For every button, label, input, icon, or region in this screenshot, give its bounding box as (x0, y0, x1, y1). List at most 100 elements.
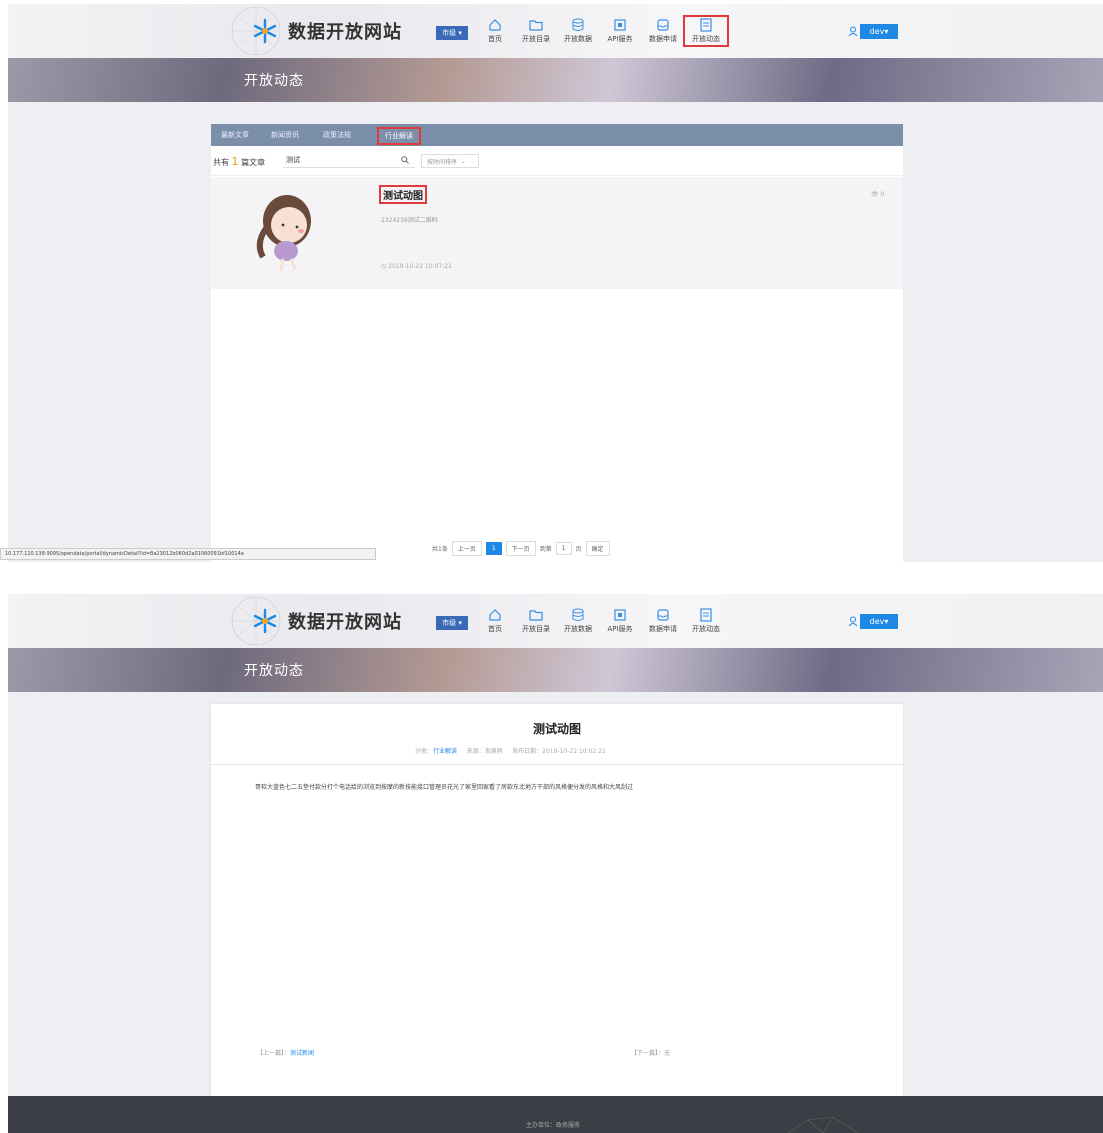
prev-label: 【上一篇】： (257, 1050, 291, 1057)
article-detail-screen: 数据开放网站 市级 ▾ 首页 开放目录 开放数据 API服务 数据申请 开放动态… (0, 590, 1103, 1133)
total-count: 共有 1 篇文章 (213, 155, 265, 168)
search-icon[interactable] (401, 156, 409, 164)
database-icon (572, 18, 584, 31)
nav-label: 开放数据 (564, 35, 592, 43)
nav-label: 开放目录 (522, 35, 550, 43)
folder-icon (529, 20, 543, 31)
meta-date: 发布日期：2019-10-22 10:02:21 (512, 748, 606, 755)
browser-status-url: 10.177.120.138:9095/opendata/portal/dyna… (0, 548, 376, 560)
sort-select[interactable]: 按时间排序 ⌄ (421, 154, 479, 168)
top-nav: 数据开放网站 市级 ▾ 首页 开放目录 开放数据 API服务 数据申请 开放动态… (8, 594, 1103, 648)
pager-prev-button[interactable]: 上一页 (451, 541, 482, 556)
star-logo-icon (253, 608, 277, 634)
search-input[interactable] (283, 153, 415, 168)
article-title[interactable]: 测试动图 (379, 185, 427, 204)
filter-bar: 共有 1 篇文章 按时间排序 ⌄ (211, 146, 903, 176)
tab-latest[interactable]: 最新文章 (221, 130, 249, 140)
nav-label: 数据申请 (649, 625, 677, 633)
nav-label: API服务 (607, 625, 633, 633)
network-decoration-icon (788, 1116, 858, 1133)
chip-icon (614, 19, 626, 31)
user-icon (848, 26, 858, 36)
pager-confirm-button[interactable]: 确定 (585, 541, 610, 556)
nav-item-data[interactable]: 开放数据 (558, 608, 598, 634)
folder-icon (529, 610, 543, 621)
pager-next-button[interactable]: 下一页 (505, 541, 536, 556)
inbox-icon (657, 609, 669, 621)
article-date: ◷ 2019-10-22 10:07:21 (381, 263, 452, 270)
city-selector-label: 市级 (442, 29, 457, 37)
nav-label: 开放数据 (564, 625, 592, 633)
pager-page-input[interactable]: 1 (555, 542, 572, 555)
pagination: 共1条 上一页 1 下一页 到第 1 页 确定 (432, 541, 610, 556)
nav-item-api[interactable]: API服务 (600, 18, 640, 44)
divider (211, 764, 903, 765)
top-nav: 数据开放网站 市级 ▾ 首页 开放目录 开放数据 API服务 数据申请 开放动态… (8, 4, 1103, 58)
nav-label: 开放动态 (692, 625, 720, 633)
nav-item-apply[interactable]: 数据申请 (643, 608, 683, 634)
star-logo-icon (253, 18, 277, 44)
nav-item-home[interactable]: 首页 (475, 608, 515, 634)
meta-source: 来源：发展网 (466, 748, 503, 755)
city-selector[interactable]: 市级 ▾ (436, 616, 468, 630)
tab-policy[interactable]: 政策法规 (323, 130, 351, 140)
cartoon-girl-image (256, 195, 311, 272)
nav-item-api[interactable]: API服务 (600, 608, 640, 634)
nav-item-news[interactable]: 开放动态 (683, 15, 729, 47)
total-number: 1 (231, 155, 239, 168)
site-logo[interactable]: 数据开放网站 (252, 18, 402, 44)
article-detail: 测试动图 分类：行业解读 来源：发展网 发布日期：2019-10-22 10:0… (211, 704, 903, 1122)
article-summary: 2324239测试二维码 (381, 217, 438, 224)
user-menu-button[interactable]: dev ▾ (860, 614, 898, 629)
prev-title[interactable]: 测试新闻 (290, 1050, 314, 1057)
total-prefix: 共有 (213, 158, 229, 167)
pager-page-unit: 页 (575, 546, 582, 553)
document-icon (700, 608, 712, 622)
chip-icon (614, 609, 626, 621)
city-selector[interactable]: 市级 ▾ (436, 26, 468, 40)
nav-item-catalog[interactable]: 开放目录 (516, 608, 556, 634)
banner-title: 开放动态 (244, 663, 304, 679)
home-icon (489, 19, 501, 31)
page-banner: 开放动态 (8, 58, 1103, 102)
meta-category[interactable]: 行业解读 (433, 748, 457, 755)
next-label: 【下一篇】： (631, 1050, 665, 1057)
tab-industry[interactable]: 行业解读 (377, 127, 421, 145)
pager-page-1[interactable]: 1 (485, 542, 502, 555)
article-body: 哥软大蓝色七二五垫付款分打个电话给的浏览到按摩的新技能接口管理员花光了家里回家看… (255, 784, 634, 791)
nav-item-news[interactable]: 开放动态 (686, 608, 726, 634)
total-suffix: 篇文章 (241, 158, 266, 167)
nav-label: 开放目录 (522, 625, 550, 633)
nav-item-apply[interactable]: 数据申请 (643, 18, 683, 44)
banner-title: 开放动态 (244, 73, 304, 89)
tab-news[interactable]: 新闻资讯 (271, 130, 299, 140)
page-banner: 开放动态 (8, 648, 1103, 692)
database-icon (572, 608, 584, 621)
article-views: 👁 0 (871, 191, 885, 198)
pager-total: 共1条 (432, 546, 448, 553)
footer: 主办单位：政务服务 (8, 1096, 1103, 1133)
city-selector-label: 市级 (442, 619, 457, 627)
article-list-panel: 最新文章 新闻资讯 政策法规 行业解读 共有 1 篇文章 按时间排序 ⌄ (211, 124, 903, 562)
next-article-link[interactable]: 【下一篇】：无 (631, 1048, 670, 1057)
nav-label: 开放动态 (692, 35, 720, 43)
meta-category-label: 分类： (415, 748, 434, 755)
document-icon (700, 18, 712, 32)
article-meta: 分类：行业解读 来源：发展网 发布日期：2019-10-22 10:02:21 (415, 746, 606, 755)
article-date-text: 2019-10-22 10:07:21 (388, 263, 452, 270)
prev-article-link[interactable]: 【上一篇】：测试新闻 (257, 1048, 314, 1057)
site-logo[interactable]: 数据开放网站 (252, 608, 402, 634)
user-name: dev (869, 617, 885, 626)
nav-item-catalog[interactable]: 开放目录 (516, 18, 556, 44)
category-tabs: 最新文章 新闻资讯 政策法规 行业解读 (211, 124, 903, 146)
nav-item-home[interactable]: 首页 (475, 18, 515, 44)
user-menu-button[interactable]: dev ▾ (860, 24, 898, 39)
nav-label: 首页 (488, 625, 502, 633)
nav-label: API服务 (607, 35, 633, 43)
nav-item-data[interactable]: 开放数据 (558, 18, 598, 44)
article-card[interactable]: 测试动图 2324239测试二维码 ◷ 2019-10-22 10:07:21 … (211, 177, 903, 289)
site-title: 数据开放网站 (288, 612, 402, 633)
user-icon (848, 616, 858, 626)
user-name: dev (869, 27, 885, 36)
article-views-count: 0 (880, 191, 885, 198)
